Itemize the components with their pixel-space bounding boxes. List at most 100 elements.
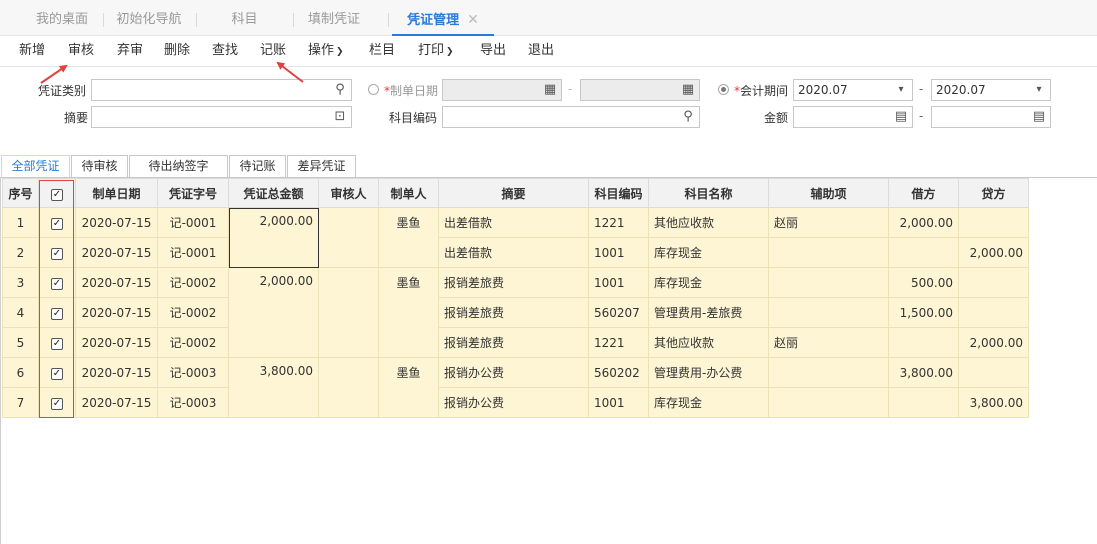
tab-fill-voucher[interactable]: 填制凭证	[294, 0, 374, 36]
cell-select[interactable]: ✓	[38, 357, 76, 388]
cell-no: 4	[2, 297, 39, 328]
tab-accounts[interactable]: 科目	[197, 0, 292, 36]
row-checkbox[interactable]: ✓	[51, 338, 63, 350]
subtab-pending-audit[interactable]: 待审核	[71, 155, 128, 177]
calendar-icon[interactable]: ▦	[542, 82, 558, 98]
col-header-total[interactable]: 凭证总金额	[228, 178, 319, 208]
date-radio[interactable]	[368, 84, 379, 95]
print-menu-button[interactable]: 打印 ❯	[418, 36, 454, 67]
cell-debit	[888, 237, 959, 268]
summary-input[interactable]: ⊡	[91, 106, 352, 128]
row-checkbox[interactable]: ✓	[51, 278, 63, 290]
subtab-difference-vouchers[interactable]: 差异凭证	[287, 155, 356, 177]
table-row[interactable]: 3 ✓ 2020-07-15 记-0002 2,000.00 墨鱼 报销差旅费 1001 库存现…	[2, 267, 1029, 358]
tab-voucher-management[interactable]: 凭证管理 ✕	[392, 0, 494, 36]
col-header-no[interactable]: 序号	[2, 178, 39, 208]
col-header-account-code[interactable]: 科目编码	[588, 178, 649, 208]
cell-date: 2020-07-15	[75, 237, 158, 268]
exit-button[interactable]: 退出	[528, 36, 554, 67]
subtab-all-vouchers[interactable]: 全部凭证	[1, 155, 70, 177]
cell-date: 2020-07-15	[75, 297, 158, 328]
cell-total[interactable]: 2,000.00	[228, 267, 319, 358]
row-checkbox[interactable]: ✓	[51, 218, 63, 230]
period-radio[interactable]	[718, 84, 729, 95]
abandon-audit-button[interactable]: 弃审	[117, 36, 143, 67]
subtab-pending-cashier-sign[interactable]: 待出纳签字	[129, 155, 228, 177]
cell-voucher-no: 记-0001	[157, 237, 229, 268]
subtab-pending-post[interactable]: 待记账	[229, 155, 286, 177]
col-header-voucher-no[interactable]: 凭证字号	[157, 178, 229, 208]
period-to-select[interactable]: 2020.07 ▾	[931, 79, 1051, 101]
operate-label: 操作	[308, 43, 335, 58]
post-button[interactable]: 记账	[260, 36, 286, 67]
table-row[interactable]: 1 ✓ 2020-07-15 记-0001 2,000.00 墨鱼 出差借款 1221 其他应收…	[2, 207, 1029, 268]
export-button[interactable]: 导出	[480, 36, 506, 67]
add-button[interactable]: 新增	[19, 36, 45, 67]
col-header-debit[interactable]: 借方	[888, 178, 959, 208]
date-label: *制单日期	[384, 84, 439, 98]
calculator-icon[interactable]: ▤	[1031, 109, 1047, 125]
date-from-input[interactable]: ▦	[442, 79, 562, 101]
col-header-auditor[interactable]: 审核人	[318, 178, 379, 208]
amount-from-input[interactable]: ▤	[793, 106, 913, 128]
col-header-maker[interactable]: 制单人	[378, 178, 439, 208]
col-header-select-all[interactable]: ✓	[38, 178, 76, 208]
cell-no: 5	[2, 327, 39, 358]
row-checkbox[interactable]: ✓	[51, 368, 63, 380]
cell-voucher-no: 记-0002	[157, 297, 229, 328]
tab-init-guide[interactable]: 初始化导航	[104, 0, 194, 36]
table-row[interactable]: 2 ✓ 2020-07-15 记-0001 出差借款 1001 库存现金 2,000.00	[2, 237, 1029, 268]
cell-credit	[958, 207, 1029, 238]
cell-select[interactable]: ✓	[38, 387, 76, 418]
row-checkbox[interactable]: ✓	[51, 308, 63, 320]
col-header-aux[interactable]: 辅助项	[768, 178, 889, 208]
date-to-input[interactable]: ▦	[580, 79, 700, 101]
cell-select[interactable]: ✓	[38, 237, 76, 268]
calculator-icon[interactable]: ▤	[893, 109, 909, 125]
cell-select[interactable]: ✓	[38, 327, 76, 358]
search-list-icon[interactable]: ⊡	[332, 109, 348, 125]
columns-button[interactable]: 栏目	[369, 36, 395, 67]
chevron-down-icon: ❯	[336, 47, 344, 57]
tab-separator	[388, 13, 389, 27]
search-icon[interactable]: ⚲	[680, 109, 696, 125]
col-header-date[interactable]: 制单日期	[75, 178, 158, 208]
find-button[interactable]: 查找	[212, 36, 238, 67]
cell-select[interactable]: ✓	[38, 267, 76, 298]
operate-menu-button[interactable]: 操作 ❯	[308, 36, 344, 67]
col-header-credit[interactable]: 贷方	[958, 178, 1029, 208]
period-to-value: 2020.07	[936, 83, 986, 97]
cell-debit	[888, 387, 959, 418]
table-row[interactable]: 7 ✓ 2020-07-15 记-0003 报销办公费 1001 库存现金 3,800.00	[2, 387, 1029, 418]
row-checkbox[interactable]: ✓	[51, 398, 63, 410]
amount-to-input[interactable]: ▤	[931, 106, 1051, 128]
table-row[interactable]: 5 ✓ 2020-07-15 记-0002 报销差旅费 1221 其他应收款 赵丽 2,000.…	[2, 327, 1029, 358]
row-checkbox[interactable]: ✓	[51, 248, 63, 260]
cell-summary: 报销办公费	[438, 357, 589, 388]
search-icon[interactable]: ⚲	[332, 82, 348, 98]
cell-account-code: 1001	[588, 387, 649, 418]
cell-account-code: 1221	[588, 207, 649, 238]
audit-button[interactable]: 审核	[68, 36, 94, 67]
cell-select[interactable]: ✓	[38, 207, 76, 238]
account-code-input[interactable]: ⚲	[442, 106, 700, 128]
calendar-icon[interactable]: ▦	[680, 82, 696, 98]
close-icon[interactable]: ✕	[467, 12, 479, 28]
table-header-row: 序号 ✓ 制单日期 凭证字号 凭证总金额 审核人 制单人 摘要 科目编码 科目名…	[2, 178, 1029, 208]
cell-total[interactable]: 3,800.00	[228, 357, 319, 418]
cell-debit: 500.00	[888, 267, 959, 298]
table-row[interactable]: 4 ✓ 2020-07-15 记-0002 报销差旅费 560207 管理费用-差旅费 1,5…	[2, 297, 1029, 328]
cell-credit	[958, 297, 1029, 328]
table-row[interactable]: 6 ✓ 2020-07-15 记-0003 3,800.00 墨鱼 报销办公费 560202 管…	[2, 357, 1029, 418]
delete-button[interactable]: 删除	[164, 36, 190, 67]
tab-my-desktop[interactable]: 我的桌面	[22, 0, 102, 36]
period-from-select[interactable]: 2020.07 ▾	[793, 79, 913, 101]
select-all-checkbox[interactable]: ✓	[51, 188, 63, 201]
cell-select[interactable]: ✓	[38, 297, 76, 328]
col-header-summary[interactable]: 摘要	[438, 178, 589, 208]
cell-summary: 出差借款	[438, 207, 589, 238]
cell-total[interactable]: 2,000.00	[228, 207, 319, 268]
col-header-account-name[interactable]: 科目名称	[648, 178, 769, 208]
voucher-type-input[interactable]: ⚲	[91, 79, 352, 101]
cell-auditor	[318, 357, 379, 418]
